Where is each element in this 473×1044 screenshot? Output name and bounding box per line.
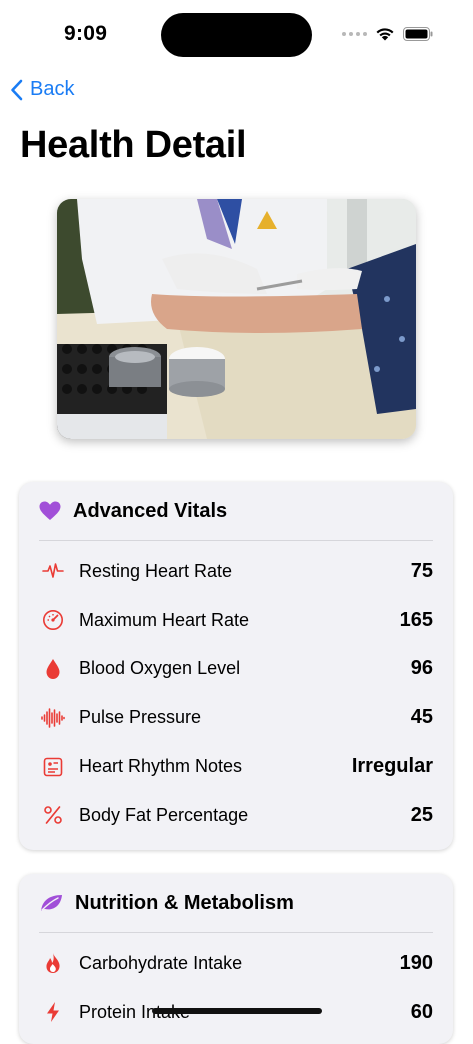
chevron-left-icon bbox=[11, 79, 23, 100]
list-item-value: 190 bbox=[399, 951, 433, 974]
battery-icon bbox=[403, 26, 433, 41]
list-item-label: Pulse Pressure bbox=[79, 707, 202, 728]
list-item[interactable]: Heart Rhythm Notes Irregular bbox=[19, 742, 453, 791]
percent-icon bbox=[41, 803, 65, 827]
list-item-label: Body Fat Percentage bbox=[79, 804, 249, 825]
list-item-value: 60 bbox=[410, 1000, 433, 1023]
heart-icon bbox=[39, 501, 61, 520]
list-item[interactable]: Blood Oxygen Level 96 bbox=[19, 645, 453, 694]
vitals-card: Advanced Vitals Resting Heart Rate 75 Ma… bbox=[19, 482, 453, 850]
wifi-icon bbox=[376, 28, 394, 41]
list-item[interactable]: Resting Heart Rate 75 bbox=[19, 547, 453, 596]
list-item[interactable]: Pulse Pressure 45 bbox=[19, 693, 453, 742]
leaf-icon bbox=[41, 895, 62, 911]
flame-icon bbox=[41, 951, 65, 975]
status-time: 9:09 bbox=[64, 22, 108, 45]
list-item-label: Maximum Heart Rate bbox=[79, 609, 250, 630]
dynamic-island bbox=[161, 13, 312, 57]
list-item[interactable]: Carbohydrate Intake 190 bbox=[19, 939, 453, 988]
cellular-signal-icon bbox=[342, 31, 367, 36]
nutrition-card-header: Nutrition & Metabolism bbox=[19, 874, 453, 932]
back-button[interactable]: Back bbox=[10, 78, 74, 101]
waveform-icon bbox=[41, 706, 65, 730]
list-item-value: 75 bbox=[410, 559, 433, 582]
list-item-label: Blood Oxygen Level bbox=[79, 658, 241, 679]
notes-card-icon bbox=[41, 755, 65, 779]
back-label: Back bbox=[30, 78, 75, 100]
list-item-value: 25 bbox=[410, 803, 433, 826]
waveform-path-icon bbox=[41, 559, 65, 583]
bolt-icon bbox=[41, 1000, 65, 1024]
list-item-value: 45 bbox=[410, 706, 433, 729]
home-indicator[interactable] bbox=[152, 1008, 322, 1014]
list-item-value: Irregular bbox=[351, 755, 433, 778]
drop-icon bbox=[41, 657, 65, 681]
list-item-value: 96 bbox=[410, 657, 433, 680]
list-item-label: Carbohydrate Intake bbox=[79, 952, 243, 973]
list-item-label: Heart Rhythm Notes bbox=[79, 756, 243, 777]
health-photo bbox=[57, 199, 416, 439]
list-item[interactable]: Body Fat Percentage 25 bbox=[19, 791, 453, 840]
status-bar: 9:09 bbox=[0, 0, 473, 70]
gauge-icon bbox=[41, 608, 65, 632]
nutrition-card-title: Nutrition & Metabolism bbox=[75, 891, 294, 914]
list-item-value: 165 bbox=[399, 608, 433, 631]
status-icons bbox=[342, 26, 433, 41]
nutrition-card: Nutrition & Metabolism Carbohydrate Inta… bbox=[19, 874, 453, 1044]
vitals-card-header: Advanced Vitals bbox=[19, 482, 453, 540]
vitals-card-title: Advanced Vitals bbox=[73, 499, 228, 522]
list-item[interactable]: Maximum Heart Rate 165 bbox=[19, 596, 453, 645]
list-item-label: Resting Heart Rate bbox=[79, 560, 233, 581]
page-title: Health Detail bbox=[20, 124, 247, 166]
